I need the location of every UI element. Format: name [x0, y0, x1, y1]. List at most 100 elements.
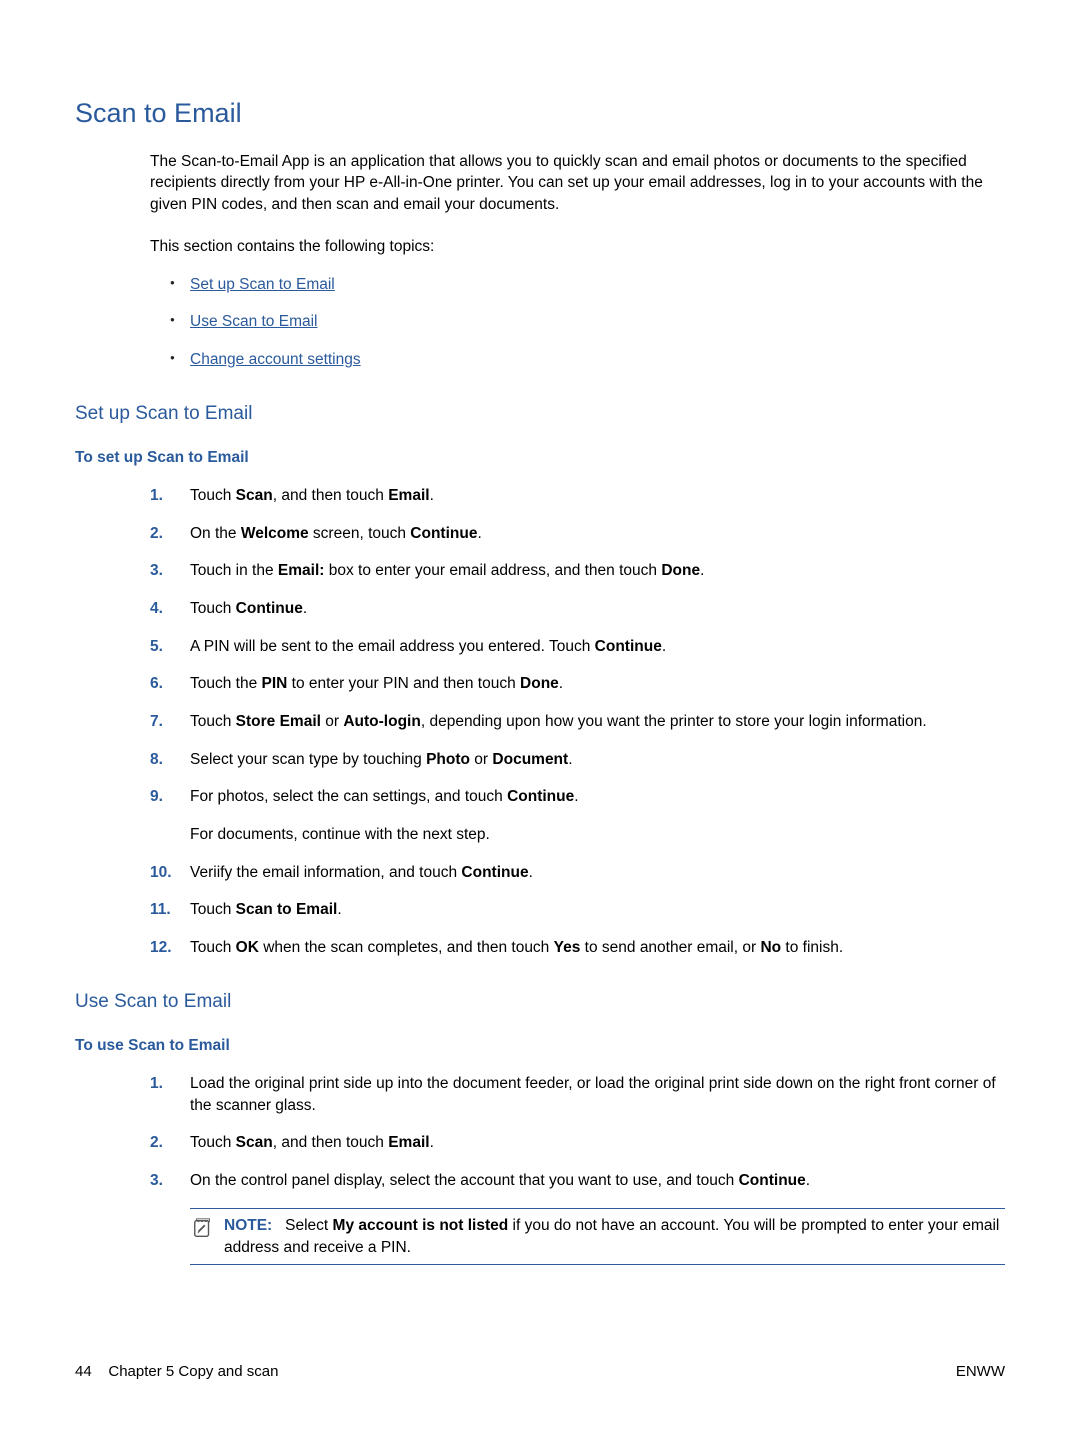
bold: Auto-login [343, 713, 420, 730]
text: Touch [190, 713, 236, 730]
text: . [568, 751, 572, 768]
section-intro: This section contains the following topi… [150, 236, 1005, 258]
text: box to enter your email address, and the… [324, 562, 661, 579]
bold: Scan to Email [236, 901, 338, 918]
step-subtext: For documents, continue with the next st… [190, 824, 1005, 846]
setup-steps-block: Touch Scan, and then touch Email. On the… [150, 485, 1005, 959]
bold: Done [520, 675, 559, 692]
step: Load the original print side up into the… [150, 1073, 1005, 1116]
text: screen, touch [309, 525, 411, 542]
text: Touch [190, 487, 236, 504]
step: Touch in the Email: box to enter your em… [150, 560, 1005, 582]
toc-item: Set up Scan to Email [170, 274, 1005, 296]
text: . [806, 1172, 810, 1189]
text: or [321, 713, 343, 730]
bold: Continue [739, 1172, 806, 1189]
text: On the [190, 525, 241, 542]
bold: Email: [278, 562, 325, 579]
text: Touch in the [190, 562, 278, 579]
text: Touch [190, 939, 236, 956]
text: . [477, 525, 481, 542]
step: For photos, select the can settings, and… [150, 786, 1005, 845]
bold: Welcome [241, 525, 309, 542]
bold: Continue [595, 638, 662, 655]
use-heading: Use Scan to Email [75, 989, 1005, 1016]
chapter-label: Chapter 5 Copy and scan [108, 1363, 278, 1380]
step: A PIN will be sent to the email address … [150, 636, 1005, 658]
setup-steps: Touch Scan, and then touch Email. On the… [150, 485, 1005, 959]
bold: Email [388, 1134, 429, 1151]
use-steps: Load the original print side up into the… [150, 1073, 1005, 1192]
toc-item: Change account settings [170, 349, 1005, 371]
text: On the control panel display, select the… [190, 1172, 739, 1189]
bold: Yes [554, 939, 581, 956]
step: Touch Store Email or Auto-login, dependi… [150, 711, 1005, 733]
link-change-settings[interactable]: Change account settings [190, 351, 361, 368]
setup-heading: Set up Scan to Email [75, 401, 1005, 428]
bold: Store Email [236, 713, 321, 730]
text: A PIN will be sent to the email address … [190, 638, 595, 655]
intro-block: The Scan-to-Email App is an application … [150, 151, 1005, 371]
text: . [303, 600, 307, 617]
note-content: NOTE: Select My account is not listed if… [194, 1215, 1001, 1258]
text: . [574, 788, 578, 805]
step: Touch Scan to Email. [150, 899, 1005, 921]
text: . [430, 1134, 434, 1151]
text: , and then touch [273, 487, 388, 504]
note-box: NOTE: Select My account is not listed if… [190, 1208, 1005, 1265]
text: Select [285, 1217, 332, 1234]
text: , and then touch [273, 1134, 388, 1151]
link-setup[interactable]: Set up Scan to Email [190, 276, 335, 293]
bold: Scan [236, 1134, 273, 1151]
text: . [337, 901, 341, 918]
bold: Document [492, 751, 568, 768]
toc-list: Set up Scan to Email Use Scan to Email C… [170, 274, 1005, 371]
step: Touch Continue. [150, 598, 1005, 620]
step: Touch Scan, and then touch Email. [150, 1132, 1005, 1154]
bold: Continue [461, 864, 528, 881]
step: Touch OK when the scan completes, and th… [150, 937, 1005, 959]
text: Load the original print side up into the… [190, 1075, 996, 1114]
text: Touch the [190, 675, 262, 692]
bold: Scan [236, 487, 273, 504]
use-task-heading: To use Scan to Email [75, 1035, 1005, 1057]
step: On the Welcome screen, touch Continue. [150, 523, 1005, 545]
bold: Continue [236, 600, 303, 617]
text: Touch [190, 600, 236, 617]
text: For photos, select the can settings, and… [190, 788, 507, 805]
text: . [700, 562, 704, 579]
link-use[interactable]: Use Scan to Email [190, 313, 318, 330]
step: Veriify the email information, and touch… [150, 862, 1005, 884]
bold: No [760, 939, 781, 956]
text: Veriify the email information, and touch [190, 864, 461, 881]
text: to finish. [781, 939, 843, 956]
note-label: NOTE: [224, 1217, 272, 1234]
step: Touch Scan, and then touch Email. [150, 485, 1005, 507]
toc-item: Use Scan to Email [170, 311, 1005, 333]
text: , depending upon how you want the printe… [421, 713, 927, 730]
text: or [470, 751, 492, 768]
text: to send another email, or [580, 939, 760, 956]
step: Touch the PIN to enter your PIN and then… [150, 673, 1005, 695]
document-page: Scan to Email The Scan-to-Email App is a… [0, 0, 1080, 1437]
bold: Continue [410, 525, 477, 542]
setup-task-heading: To set up Scan to Email [75, 447, 1005, 469]
use-steps-block: Load the original print side up into the… [150, 1073, 1005, 1265]
page-number: 44 [75, 1363, 92, 1380]
text: . [559, 675, 563, 692]
text: . [529, 864, 533, 881]
bold: Done [661, 562, 700, 579]
intro-paragraph: The Scan-to-Email App is an application … [150, 151, 1005, 216]
bold: Photo [426, 751, 470, 768]
text: Touch [190, 901, 236, 918]
text: . [662, 638, 666, 655]
note-icon [192, 1217, 214, 1239]
footer-right: ENWW [956, 1361, 1005, 1382]
text: . [430, 487, 434, 504]
footer-left: 44 Chapter 5 Copy and scan [75, 1361, 278, 1382]
step: On the control panel display, select the… [150, 1170, 1005, 1192]
bold: Continue [507, 788, 574, 805]
text: to enter your PIN and then touch [287, 675, 520, 692]
bold: OK [236, 939, 259, 956]
bold: PIN [262, 675, 288, 692]
